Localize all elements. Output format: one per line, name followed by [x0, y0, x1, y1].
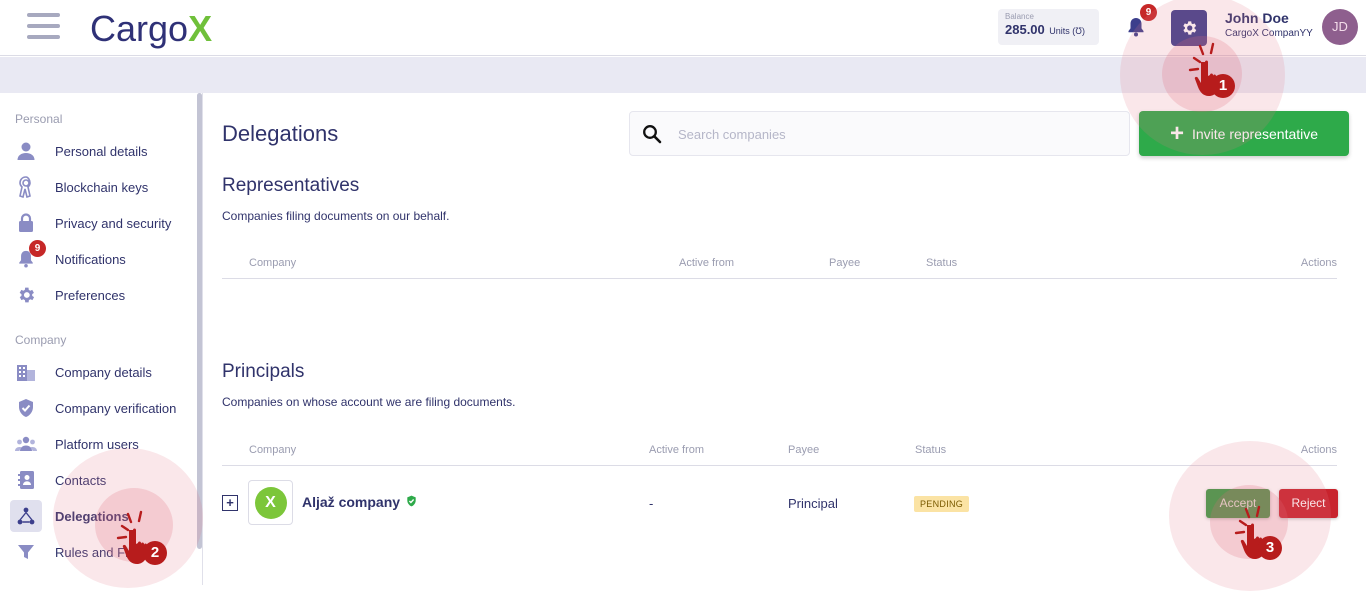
active-from-cell: - [649, 496, 654, 511]
sidebar-item-label: Privacy and security [55, 215, 172, 231]
payee-cell: Principal [788, 496, 838, 511]
sidebar-item-company-details[interactable]: Company details [10, 356, 195, 388]
section-company: Company [15, 333, 67, 347]
cargox-x-icon: X [254, 486, 287, 519]
shield-check-icon [19, 399, 33, 417]
representatives-title: Representatives [222, 175, 360, 196]
column-header: Payee [788, 444, 820, 456]
balance-unit: Units (Ʊ) [1049, 26, 1085, 36]
expand-button[interactable]: + [222, 495, 238, 511]
principals-title: Principals [222, 361, 305, 382]
column-header: Status [915, 444, 947, 456]
company-name[interactable]: Aljaž company [302, 494, 417, 510]
column-header: Active from [679, 257, 735, 269]
representatives-subtitle: Companies filing documents on our behalf… [222, 209, 450, 223]
sidebar-item-label: Preferences [55, 287, 126, 303]
search-input[interactable] [678, 124, 1108, 144]
column-header: Company [249, 444, 297, 456]
delegation-icon [17, 507, 35, 525]
balance-value: 285.00 [1005, 22, 1045, 37]
sidebar-item-personal-details[interactable]: Personal details [10, 135, 195, 167]
sidebar-scrollbar[interactable] [197, 93, 202, 549]
sidebar-item-company-verification[interactable]: Company verification [10, 392, 195, 424]
filter-icon [18, 545, 34, 559]
step-badge-3: 3 [1258, 536, 1282, 560]
lock-icon [19, 213, 33, 232]
step-badge-2: 2 [143, 541, 167, 565]
sidebar-item-label: Company verification [55, 400, 177, 416]
search-box[interactable] [629, 111, 1130, 156]
sidebar-item-privacy-security[interactable]: Privacy and security [10, 207, 195, 239]
section-personal: Personal [15, 112, 63, 126]
verified-icon [407, 495, 416, 507]
principals-subtitle: Companies on whose account we are filing… [222, 395, 516, 409]
principals-table-header: Company Active from Payee Status Actions [222, 444, 1337, 466]
key-icon [19, 176, 31, 198]
cargox-logo[interactable]: CargoX [90, 8, 212, 50]
column-header: Active from [649, 444, 705, 456]
column-header: Company [249, 257, 297, 269]
sidebar-item-label: Blockchain keys [55, 179, 149, 195]
sidebar-item-preferences[interactable]: Preferences [10, 279, 195, 311]
sidebar-item-label: Notifications [55, 251, 126, 267]
step-badge-1: 1 [1211, 74, 1235, 98]
column-header: Payee [829, 257, 861, 269]
search-icon [643, 125, 662, 144]
logo-accent: X [188, 8, 213, 49]
balance-label: Balance [1005, 12, 1034, 21]
person-icon [17, 142, 35, 160]
column-header: Status [926, 257, 958, 269]
logo-text: Cargo [90, 8, 189, 49]
contacts-icon [18, 471, 34, 489]
gear-icon [19, 287, 35, 303]
balance-box: Balance 285.00 Units (Ʊ) [998, 9, 1099, 45]
menu-icon[interactable] [27, 13, 60, 39]
sidebar-item-label: Personal details [55, 143, 148, 159]
status-badge: PENDING [914, 496, 970, 512]
column-header: Actions [1300, 257, 1337, 269]
column-header: Actions [1300, 444, 1337, 456]
company-name-text: Aljaž company [302, 494, 401, 510]
users-icon [15, 436, 37, 451]
notification-badge: 9 [29, 240, 46, 257]
building-icon [17, 365, 35, 381]
sidebar-item-label: Company details [55, 364, 152, 380]
company-logo: X [248, 480, 293, 525]
representatives-table-header: Company Active from Payee Status Actions [222, 257, 1337, 279]
avatar[interactable]: JD [1322, 9, 1358, 45]
page-title: Delegations [222, 121, 339, 146]
sidebar-item-notifications[interactable]: 9 Notifications [10, 240, 195, 275]
sidebar-item-blockchain-keys[interactable]: Blockchain keys [10, 171, 195, 203]
